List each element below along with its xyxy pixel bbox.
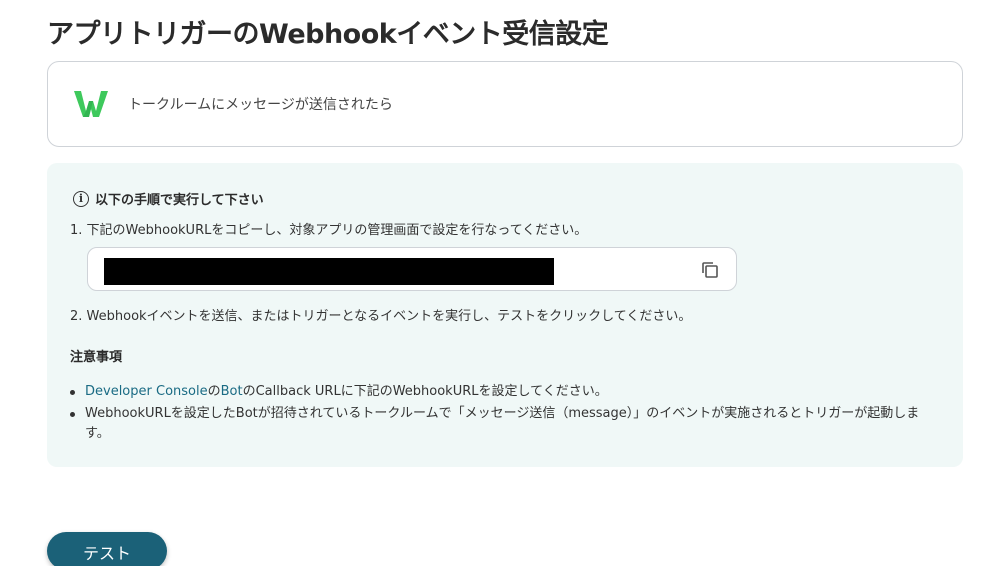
note-item-2: WebhookURLを設定したBotが招待されているトークルームで「メッセージ送… bbox=[70, 404, 940, 444]
instructions-panel: i 以下の手順で実行して下さい 1. 下記のWebhookURLをコピーし、対象… bbox=[47, 163, 963, 467]
page-title: アプリトリガーのWebhookイベント受信設定 bbox=[47, 19, 609, 50]
note-item-1-text-a: の bbox=[207, 384, 221, 399]
trigger-card: トークルームにメッセージが送信されたら bbox=[47, 61, 963, 147]
note-item-1-text-b: のCallback URLに下記のWebhookURLを設定してください。 bbox=[242, 384, 608, 399]
note-item-1: Developer ConsoleのBotのCallback URLに下記のWe… bbox=[70, 382, 940, 402]
lineworks-w-logo-icon bbox=[74, 91, 108, 117]
step-2-text: 2. Webhookイベントを送信、またはトリガーとなるイベントを実行し、テスト… bbox=[70, 309, 692, 324]
webhook-settings-page: アプリトリガーのWebhookイベント受信設定 トークルームにメッセージが送信さ… bbox=[0, 0, 992, 566]
notes-list: Developer ConsoleのBotのCallback URLに下記のWe… bbox=[70, 382, 940, 446]
webhook-url-field[interactable] bbox=[87, 247, 737, 291]
webhook-url-value-redacted[interactable] bbox=[104, 258, 554, 285]
info-icon: i bbox=[73, 190, 89, 207]
copy-icon[interactable] bbox=[700, 260, 720, 280]
bot-link[interactable]: Bot bbox=[221, 384, 243, 399]
instructions-heading: i 以下の手順で実行して下さい bbox=[73, 189, 264, 208]
developer-console-link[interactable]: Developer Console bbox=[85, 384, 208, 399]
test-button[interactable]: テスト bbox=[47, 532, 167, 566]
instructions-heading-text: 以下の手順で実行して下さい bbox=[95, 193, 264, 208]
notes-heading: 注意事項 bbox=[70, 350, 123, 365]
step-1-text: 1. 下記のWebhookURLをコピーし、対象アプリの管理画面で設定を行なって… bbox=[70, 223, 588, 238]
trigger-label: トークルームにメッセージが送信されたら bbox=[128, 97, 393, 113]
